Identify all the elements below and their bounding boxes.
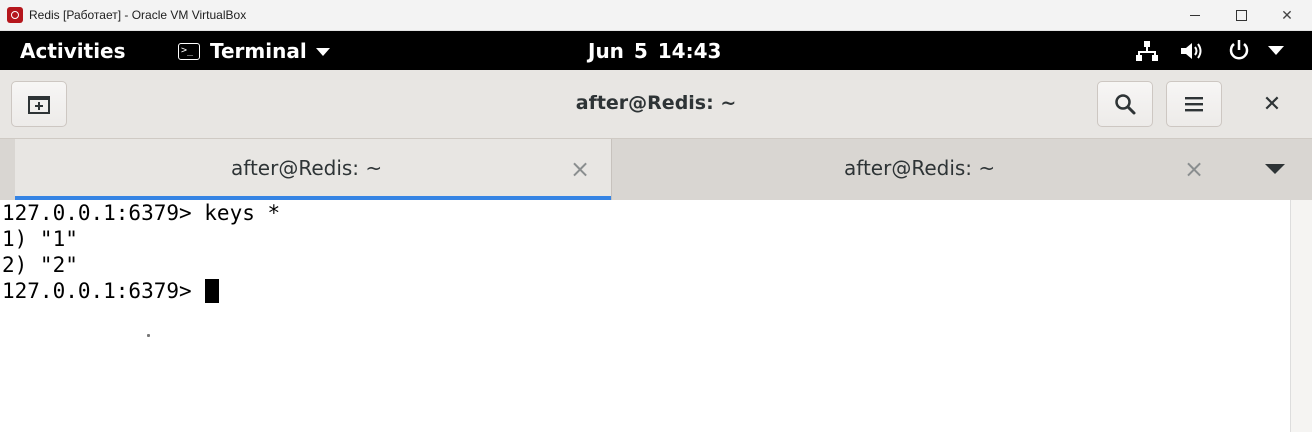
terminal-output[interactable]: 127.0.0.1:6379> keys * 1) "1" 2) "2" 127… xyxy=(0,200,1290,432)
maximize-icon xyxy=(1235,10,1247,21)
terminal-line: 127.0.0.1:6379> keys * xyxy=(2,201,281,225)
host-window-title: Redis [Работает] - Oracle VM VirtualBox xyxy=(29,8,247,22)
host-window-titlebar: Redis [Работает] - Oracle VM VirtualBox … xyxy=(0,0,1312,31)
host-close-button[interactable]: ✕ xyxy=(1264,0,1310,31)
minimize-button[interactable] xyxy=(1172,0,1218,31)
terminal-line: 2) "2" xyxy=(2,253,78,277)
terminal-icon: >_ xyxy=(178,42,200,60)
tab-close-icon[interactable]: × xyxy=(1184,155,1204,183)
virtualbox-icon xyxy=(7,7,23,23)
terminal-prompt: 127.0.0.1:6379> xyxy=(2,279,205,303)
tab-close-icon[interactable]: × xyxy=(570,155,590,183)
tab-2[interactable]: after@Redis: ~ × xyxy=(611,139,1239,200)
minimize-icon xyxy=(1190,15,1200,16)
close-icon: ✕ xyxy=(1262,91,1282,117)
tab-label: after@Redis: ~ xyxy=(844,156,996,180)
tab-1[interactable]: after@Redis: ~ × xyxy=(15,139,611,200)
close-icon: ✕ xyxy=(1281,7,1293,24)
system-menu-chevron-icon[interactable] xyxy=(1268,46,1284,55)
clock[interactable]: Jun 5 14:43 xyxy=(588,39,721,63)
tab-bar: after@Redis: ~ × after@Redis: ~ × xyxy=(0,139,1312,200)
terminal-line: 1) "1" xyxy=(2,227,78,251)
gnome-top-bar: Activities >_ Terminal Jun 5 14:43 xyxy=(0,31,1312,70)
maximize-button[interactable] xyxy=(1218,0,1264,31)
activities-button[interactable]: Activities xyxy=(20,39,126,63)
terminal-prompt-line[interactable]: 127.0.0.1:6379> xyxy=(0,278,1290,304)
power-icon[interactable] xyxy=(1228,39,1250,61)
volume-icon[interactable] xyxy=(1180,41,1206,61)
hamburger-menu-icon xyxy=(1185,97,1203,112)
app-menu-label: Terminal xyxy=(210,39,307,63)
search-button[interactable] xyxy=(1097,81,1153,127)
chevron-down-icon xyxy=(315,48,330,56)
menu-button[interactable] xyxy=(1166,81,1222,127)
network-icon[interactable] xyxy=(1136,41,1158,61)
tabs-dropdown-chevron-icon[interactable] xyxy=(1265,164,1285,174)
mouse-pointer-mark xyxy=(147,334,150,337)
terminal-headerbar: after@Redis: ~ ✕ xyxy=(0,70,1312,139)
text-cursor xyxy=(205,279,220,303)
terminal-scrollbar[interactable] xyxy=(1290,200,1312,432)
search-icon xyxy=(1115,94,1136,115)
tab-label: after@Redis: ~ xyxy=(231,156,383,180)
app-menu-button[interactable]: >_ Terminal xyxy=(178,39,330,63)
window-close-button[interactable]: ✕ xyxy=(1252,91,1292,117)
